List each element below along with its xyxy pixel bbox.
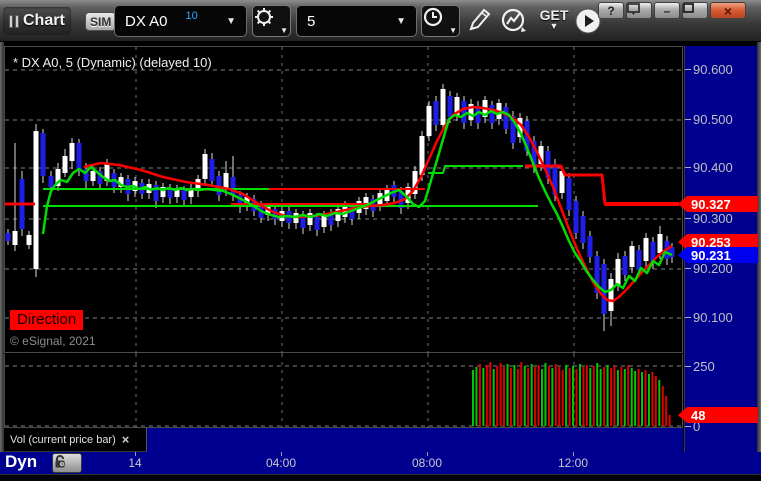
volume-tab-label: Vol (current price bar) bbox=[10, 433, 116, 446]
volume-chart bbox=[5, 354, 684, 428]
draw-button[interactable] bbox=[466, 7, 498, 35]
popout-icon bbox=[627, 3, 640, 15]
interval-dropdown[interactable]: 5 ▼ bbox=[296, 5, 417, 37]
pencil-icon bbox=[469, 8, 491, 31]
chevron-down-icon: ▼ bbox=[226, 15, 236, 27]
time-axis-label: 04:00 bbox=[265, 456, 297, 470]
direction-label: Direction bbox=[10, 310, 84, 330]
minimize-icon: – bbox=[663, 3, 671, 18]
chevron-down-icon: ▼ bbox=[396, 15, 406, 27]
pane-title: * DX A0, 5 (Dynamic) (delayed 10) bbox=[13, 55, 212, 70]
chevron-down-icon: ▼ bbox=[280, 26, 288, 35]
close-button[interactable]: × bbox=[710, 2, 746, 19]
settings-button[interactable]: ▼ bbox=[252, 5, 291, 37]
time-axis-label: 14 bbox=[128, 456, 142, 470]
axis-price-label: 250 bbox=[685, 358, 715, 374]
price-chart bbox=[5, 47, 684, 354]
study-icon bbox=[501, 8, 526, 32]
symbol-dropdown[interactable]: DX A0 10 ▼ bbox=[114, 5, 247, 37]
grid-lines bbox=[5, 47, 684, 354]
axis-price-label: 90.400 bbox=[685, 159, 733, 175]
volume-pane[interactable] bbox=[4, 354, 684, 428]
help-label: ? bbox=[607, 3, 615, 18]
chevron-down-icon: ▼ bbox=[549, 21, 559, 31]
price-pane[interactable]: * DX A0, 5 (Dynamic) (delayed 10) Direct… bbox=[4, 46, 684, 354]
lock-icon bbox=[55, 455, 65, 468]
chart-window: Chart SIM DX A0 10 ▼ ▼ 5 ▼ ▼ GET ▼ ? – ×… bbox=[0, 0, 761, 481]
price-tag: 90.231 bbox=[678, 247, 758, 263]
volume-tab[interactable]: Vol (current price bar) × bbox=[4, 428, 147, 452]
get-button[interactable]: GET ▼ bbox=[537, 7, 571, 35]
axis-tick bbox=[685, 166, 691, 168]
axis-price-label: 90.100 bbox=[685, 309, 733, 325]
clock-icon bbox=[423, 7, 443, 27]
price-axis[interactable]: 90.600 90.500 90.400 90.300 90.200 90.100 250 0… bbox=[678, 46, 758, 452]
titlebar: Chart SIM DX A0 10 ▼ ▼ 5 ▼ ▼ GET ▼ ? – × bbox=[0, 0, 761, 42]
app-title-area: Chart bbox=[3, 7, 71, 35]
indicator-tab-row: Vol (current price bar) × bbox=[4, 428, 683, 452]
columns-icon bbox=[9, 14, 19, 28]
app-title: Chart bbox=[23, 12, 65, 29]
symbol-value: DX A0 bbox=[125, 12, 168, 30]
axis-tick bbox=[685, 316, 691, 318]
dyn-label: Dyn bbox=[5, 452, 38, 471]
time-template-button[interactable]: ▼ bbox=[421, 5, 460, 37]
gear-icon bbox=[255, 8, 273, 26]
time-axis-label: 08:00 bbox=[411, 456, 443, 470]
tab-close-icon[interactable]: × bbox=[122, 432, 130, 447]
time-axis-label: 12:00 bbox=[557, 456, 589, 470]
volume-bars bbox=[472, 362, 671, 426]
chevron-down-icon: ▼ bbox=[449, 26, 457, 35]
copyright-text: © eSignal, 2021 bbox=[10, 334, 96, 348]
minimize-button[interactable]: – bbox=[654, 2, 680, 19]
popout-button[interactable] bbox=[626, 2, 652, 19]
axis-tick bbox=[685, 267, 691, 269]
studies-button[interactable] bbox=[500, 7, 534, 35]
axis-price-label: 90.500 bbox=[685, 111, 733, 127]
price-tag: 90.327 bbox=[678, 196, 758, 212]
maximize-icon bbox=[683, 3, 694, 13]
axis-price-label: 90.600 bbox=[685, 61, 733, 77]
volume-grid bbox=[5, 354, 684, 428]
get-label: GET bbox=[539, 7, 569, 23]
chart-content: * DX A0, 5 (Dynamic) (delayed 10) Direct… bbox=[0, 42, 761, 481]
axis-tick bbox=[685, 365, 691, 367]
symbol-superscript: 10 bbox=[185, 10, 198, 22]
price-tag: 48 bbox=[678, 407, 758, 423]
axis-tick bbox=[685, 425, 691, 427]
axis-tick bbox=[685, 68, 691, 70]
help-button[interactable]: ? bbox=[598, 2, 624, 19]
axis-tick bbox=[685, 118, 691, 120]
maximize-button[interactable] bbox=[682, 2, 708, 19]
axis-tick bbox=[685, 217, 691, 219]
time-axis[interactable]: Dyn 14 04:00 08:00 12:00 bbox=[0, 452, 761, 474]
interval-value: 5 bbox=[307, 12, 316, 30]
sim-badge: SIM bbox=[85, 12, 117, 31]
bottom-strip bbox=[0, 474, 761, 481]
lock-button[interactable] bbox=[52, 453, 82, 473]
axis-price-label: 90.300 bbox=[685, 210, 733, 226]
close-icon: × bbox=[723, 2, 733, 19]
